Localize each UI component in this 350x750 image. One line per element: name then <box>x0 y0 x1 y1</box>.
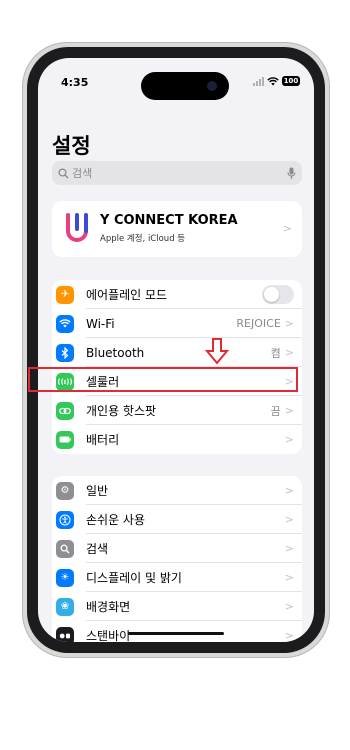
settings-screen: 4:35 100 설정 검색 Y CONNECT KOREA Apple 계정,… <box>38 58 314 642</box>
chevron-right-icon: > <box>284 317 294 330</box>
home-indicator[interactable] <box>128 632 224 635</box>
search-placeholder: 검색 <box>72 167 93 180</box>
airplane-mode-toggle[interactable] <box>262 285 294 304</box>
chevron-right-icon: > <box>284 571 294 584</box>
cellular-highlight-box <box>28 367 298 392</box>
row-value: 켬 <box>270 346 281 360</box>
general-row[interactable]: ⚙ 일반 > <box>52 476 302 505</box>
row-value: 끔 <box>270 404 281 418</box>
row-label: 일반 <box>86 484 109 498</box>
status-time: 4:35 <box>61 76 89 89</box>
row-label: 배경화면 <box>86 600 131 614</box>
accessibility-row[interactable]: 손쉬운 사용 > <box>52 505 302 534</box>
brightness-icon: ☀ <box>56 568 74 587</box>
account-subtitle: Apple 계정, iCloud 등 <box>100 234 186 244</box>
microphone-icon[interactable] <box>287 167 296 180</box>
chevron-right-icon: > <box>284 513 294 526</box>
hotspot-icon <box>56 401 74 420</box>
row-label: 손쉬운 사용 <box>86 513 146 527</box>
airplane-mode-row[interactable]: ✈ 에어플레인 모드 <box>52 280 302 309</box>
phone-bezel: 4:35 100 설정 검색 Y CONNECT KOREA Apple 계정,… <box>27 47 325 653</box>
chevron-right-icon: > <box>284 404 294 417</box>
wallpaper-row[interactable]: ❀ 배경화면 > <box>52 592 302 621</box>
page-title: 설정 <box>52 134 91 158</box>
standby-icon <box>56 626 74 642</box>
search-input[interactable]: 검색 <box>52 161 302 185</box>
battery-status-icon: 100 <box>282 76 300 86</box>
search-icon <box>56 539 74 558</box>
signal-icon <box>253 76 264 86</box>
row-label: 배터리 <box>86 433 120 447</box>
display-brightness-row[interactable]: ☀ 디스플레이 및 밝기 > <box>52 563 302 592</box>
status-icons: 100 <box>253 76 300 86</box>
row-label: 개인용 핫스팟 <box>86 404 157 418</box>
wallpaper-icon: ❀ <box>56 597 74 616</box>
phone-frame: 4:35 100 설정 검색 Y CONNECT KOREA Apple 계정,… <box>23 43 329 657</box>
battery-icon <box>56 430 74 449</box>
chevron-right-icon: > <box>284 346 294 359</box>
row-value: REJOICE <box>236 317 281 330</box>
gear-icon: ⚙ <box>56 481 74 500</box>
chevron-right-icon: > <box>284 629 294 642</box>
accessibility-icon <box>56 510 74 529</box>
apple-account-card[interactable]: Y CONNECT KOREA Apple 계정, iCloud 등 > <box>52 201 302 257</box>
row-label: Wi-Fi <box>86 316 115 331</box>
general-group: ⚙ 일반 > 손쉬운 사용 > 검색 > ☀ 디스플레이 및 밝기 > ❀ 배경… <box>52 476 302 642</box>
airplane-icon: ✈ <box>56 285 74 304</box>
chevron-right-icon: > <box>282 222 292 235</box>
chevron-right-icon: > <box>284 484 294 497</box>
chevron-right-icon: > <box>284 600 294 613</box>
row-label: 에어플레인 모드 <box>86 288 168 302</box>
y-connect-logo-icon <box>66 213 88 242</box>
search-icon <box>58 167 69 178</box>
chevron-right-icon: > <box>284 542 294 555</box>
personal-hotspot-row[interactable]: 개인용 핫스팟 끔 > <box>52 396 302 425</box>
search-row[interactable]: 검색 > <box>52 534 302 563</box>
camera-icon <box>207 81 217 91</box>
bluetooth-icon <box>56 343 74 362</box>
account-name: Y CONNECT KOREA <box>100 213 238 228</box>
wifi-status-icon <box>267 76 279 86</box>
chevron-right-icon: > <box>284 433 294 446</box>
row-label: 디스플레이 및 밝기 <box>86 571 182 585</box>
row-label: 검색 <box>86 542 109 556</box>
bluetooth-row[interactable]: Bluetooth 켬 > <box>52 338 302 367</box>
arrow-down-icon <box>204 338 230 365</box>
wifi-icon <box>56 314 74 333</box>
dynamic-island <box>141 72 229 100</box>
wifi-row[interactable]: Wi-Fi REJOICE > <box>52 309 302 338</box>
row-label: Bluetooth <box>86 345 145 360</box>
battery-row[interactable]: 배터리 > <box>52 425 302 454</box>
